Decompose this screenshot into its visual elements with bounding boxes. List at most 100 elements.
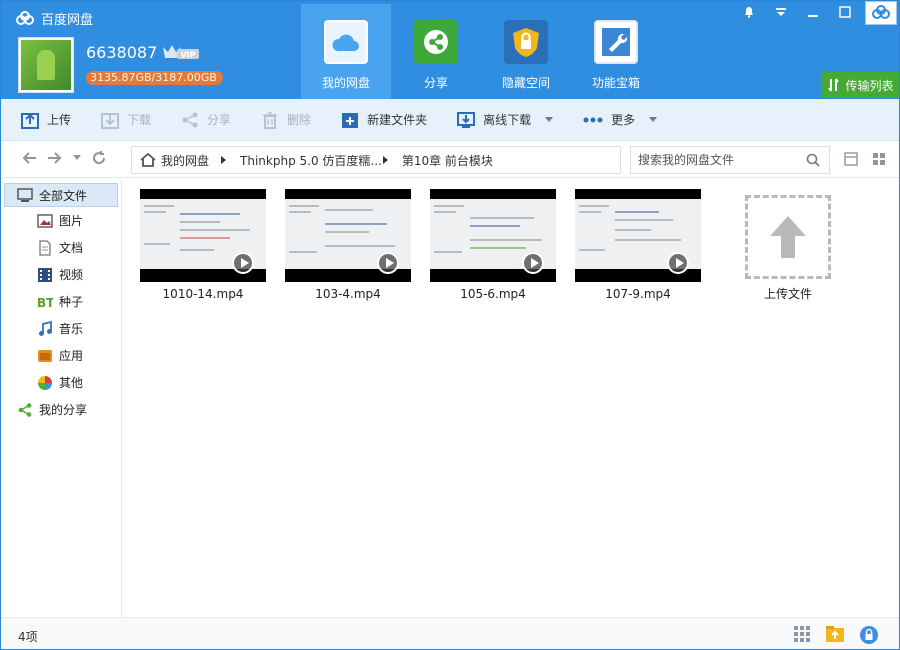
transfer-label: 传输列表 <box>845 78 894 93</box>
maximize-icon[interactable] <box>829 1 861 23</box>
file-item[interactable]: 107-9.mp4 <box>575 189 701 301</box>
play-icon <box>667 252 689 274</box>
security-lock-icon[interactable] <box>859 625 879 645</box>
wrench-icon <box>594 20 638 64</box>
sidebar-item-videos[interactable]: 视频 <box>1 261 121 288</box>
home-icon[interactable] <box>140 153 156 167</box>
upload-icon <box>21 112 39 129</box>
grid-apps-icon[interactable] <box>793 625 811 643</box>
download-button[interactable]: 下载 <box>101 111 151 129</box>
sidebar-item-music[interactable]: 音乐 <box>1 315 121 342</box>
brand: 百度网盘 <box>15 9 93 28</box>
list-view-icon[interactable] <box>844 152 858 166</box>
sidebar-item-label: 我的分享 <box>39 403 88 417</box>
breadcrumb-item[interactable]: 我的网盘 <box>161 152 227 169</box>
history-nav <box>21 150 107 166</box>
download-icon <box>101 112 120 129</box>
quota-bar: 3135.87GB/3187.00GB <box>86 71 223 85</box>
file-grid: 1010-14.mp4 103-4.mp4 105-6.mp4 107-9.mp… <box>123 179 899 617</box>
nav-toolbox[interactable]: 功能宝箱 <box>571 4 661 99</box>
music-icon <box>39 320 52 336</box>
username: 6638087 <box>86 43 158 62</box>
monitor-icon <box>17 188 33 202</box>
share-button[interactable]: 分享 <box>181 111 231 129</box>
video-thumbnail <box>430 189 556 282</box>
grid-view-icon[interactable] <box>872 152 886 166</box>
file-name: 1010-14.mp4 <box>162 287 244 301</box>
sidebar-item-images[interactable]: 图片 <box>1 207 121 234</box>
share-icon <box>414 20 458 64</box>
sidebar-item-all-files[interactable]: 全部文件 <box>4 183 118 207</box>
minimize-icon[interactable] <box>797 1 829 23</box>
upload-label: 上传 <box>47 113 72 127</box>
status-bar: 4项 <box>1 617 899 649</box>
refresh-icon[interactable] <box>91 150 107 166</box>
dropdown-menu-icon[interactable] <box>765 1 797 23</box>
cloud-logo-icon <box>16 10 34 25</box>
search-box <box>630 146 830 174</box>
nav-label: 功能宝箱 <box>591 76 640 90</box>
header: 百度网盘 6638087 VIP 3135.87GB/3187.00GB 我的网… <box>1 1 899 99</box>
nav-label: 我的网盘 <box>321 76 370 90</box>
document-icon <box>39 239 51 256</box>
upload-file-label[interactable]: 上传文件 <box>735 285 841 302</box>
sidebar-item-label: 其他 <box>59 376 84 390</box>
breadcrumb-item[interactable]: Thinkphp 5.0 仿百度糯... <box>240 152 388 169</box>
share-icon <box>182 112 198 127</box>
item-count: 4项 <box>18 630 38 644</box>
file-name: 107-9.mp4 <box>605 287 671 301</box>
image-icon <box>37 213 53 228</box>
cloud-corner-icon[interactable] <box>865 1 897 25</box>
sidebar-item-label: 应用 <box>59 349 84 363</box>
other-icon <box>38 375 52 390</box>
play-icon <box>522 252 544 274</box>
avatar[interactable] <box>18 37 74 93</box>
file-item[interactable]: 105-6.mp4 <box>430 189 556 301</box>
app-title: 百度网盘 <box>41 13 94 28</box>
sidebar-item-apps[interactable]: 应用 <box>1 342 121 369</box>
upload-arrow-icon <box>770 216 806 258</box>
nav-label: 隐藏空间 <box>501 76 550 90</box>
sidebar-item-label: 文档 <box>59 241 84 255</box>
sidebar-item-documents[interactable]: 文档 <box>1 234 121 261</box>
upload-file-tile[interactable] <box>745 195 831 279</box>
address-row: 我的网盘 Thinkphp 5.0 仿百度糯... 第10章 前台模块 <box>1 142 899 178</box>
upload-button[interactable]: 上传 <box>21 111 71 129</box>
play-icon <box>232 252 254 274</box>
sidebar-item-other[interactable]: 其他 <box>1 369 121 396</box>
sidebar-item-label: 视频 <box>59 268 84 282</box>
share-icon <box>18 402 32 417</box>
new-folder-button[interactable]: 新建文件夹 <box>341 111 427 129</box>
nav-my-disk[interactable]: 我的网盘 <box>301 4 391 99</box>
forward-arrow-icon[interactable] <box>47 151 63 165</box>
search-icon[interactable] <box>806 153 820 167</box>
delete-button[interactable]: 删除 <box>261 111 311 129</box>
nav-share[interactable]: 分享 <box>391 4 481 99</box>
offline-download-button[interactable]: 离线下载 <box>457 111 554 129</box>
new-folder-label: 新建文件夹 <box>367 113 428 127</box>
bell-icon[interactable] <box>733 1 765 23</box>
breadcrumb-item-current[interactable]: 第10章 前台模块 <box>402 152 493 169</box>
file-item[interactable]: 1010-14.mp4 <box>140 189 266 301</box>
chevron-down-icon <box>649 117 658 122</box>
delete-label: 删除 <box>287 113 312 127</box>
offline-download-icon <box>457 111 476 128</box>
history-dropdown-icon[interactable] <box>73 155 81 161</box>
breadcrumb: 我的网盘 Thinkphp 5.0 仿百度糯... 第10章 前台模块 <box>131 146 621 174</box>
file-name: 105-6.mp4 <box>460 287 526 301</box>
file-item[interactable]: 103-4.mp4 <box>285 189 411 301</box>
play-icon <box>377 252 399 274</box>
sidebar-item-label: 图片 <box>59 214 84 228</box>
search-input[interactable] <box>638 153 798 167</box>
share-label: 分享 <box>207 113 232 127</box>
download-label: 下载 <box>127 113 152 127</box>
back-arrow-icon[interactable] <box>21 151 37 165</box>
upload-folder-icon[interactable] <box>825 625 845 643</box>
transfer-list-button[interactable]: 传输列表 <box>821 72 899 98</box>
sidebar-item-torrents[interactable]: BT 种子 <box>1 288 121 315</box>
more-button[interactable]: 更多 <box>583 111 658 128</box>
sidebar-item-my-shares[interactable]: 我的分享 <box>1 396 121 423</box>
nav-hidden-space[interactable]: 隐藏空间 <box>481 4 571 99</box>
video-thumbnail <box>575 189 701 282</box>
sidebar-item-label: 音乐 <box>59 322 84 336</box>
